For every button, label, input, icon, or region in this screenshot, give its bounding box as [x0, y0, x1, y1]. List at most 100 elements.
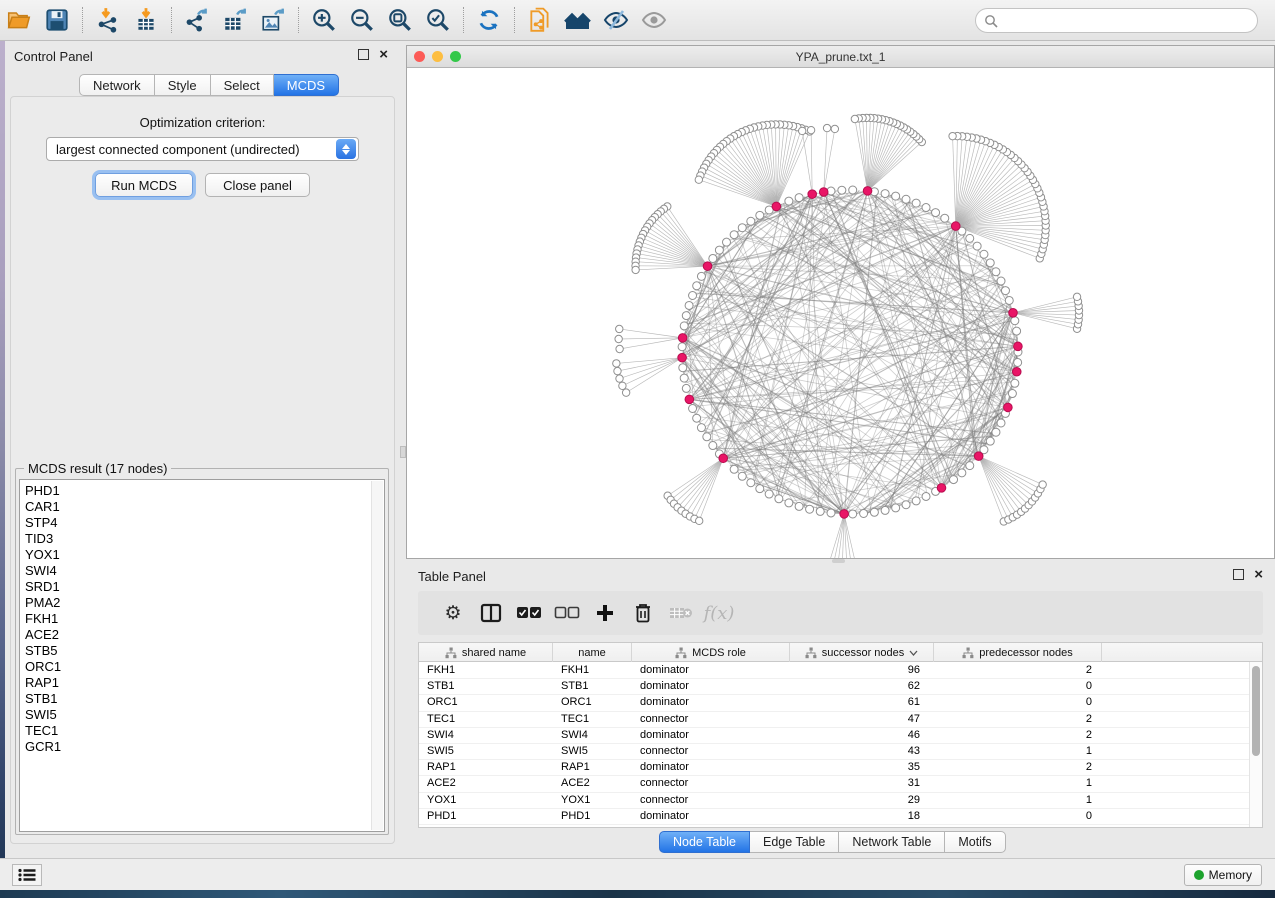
table-panel-title: Table Panel — [418, 569, 486, 584]
tab-network-table[interactable]: Network Table — [839, 831, 945, 853]
export-table-button[interactable] — [216, 3, 254, 37]
table-row[interactable]: ACE2ACE2connector311 — [419, 775, 1262, 791]
table-cell-filler — [1102, 662, 1262, 679]
table-cell: 1 — [934, 775, 1102, 792]
criterion-dropdown[interactable]: largest connected component (undirected) — [46, 137, 359, 161]
network-canvas[interactable] — [407, 68, 1274, 558]
table-row[interactable]: ORC1ORC1dominator610 — [419, 694, 1262, 710]
float-panel-icon[interactable] — [358, 49, 369, 60]
refresh-layout-button[interactable] — [470, 3, 508, 37]
table-cell: 2 — [934, 727, 1102, 744]
close-panel-icon[interactable]: × — [1254, 569, 1263, 580]
deselect-all-button[interactable] — [548, 595, 586, 631]
tab-edge-table[interactable]: Edge Table — [750, 831, 839, 853]
mcds-result-item[interactable]: SWI5 — [20, 707, 384, 723]
mcds-result-item[interactable]: STB1 — [20, 691, 384, 707]
delete-column-button[interactable] — [624, 595, 662, 631]
table-cell: dominator — [632, 759, 790, 776]
import-network-button[interactable] — [89, 3, 127, 37]
zoom-selected-button[interactable] — [419, 3, 457, 37]
tab-style[interactable]: Style — [155, 74, 211, 96]
mcds-result-list[interactable]: PHD1CAR1STP4TID3YOX1SWI4SRD1PMA2FKH1ACE2… — [19, 479, 385, 832]
table-row[interactable]: TEC1TEC1connector472 — [419, 711, 1262, 727]
zoom-out-button[interactable] — [343, 3, 381, 37]
close-panel-icon[interactable]: × — [379, 49, 388, 60]
mcds-result-item[interactable]: ACE2 — [20, 627, 384, 643]
mcds-result-item[interactable]: GCR1 — [20, 739, 384, 755]
main-toolbar — [0, 0, 1275, 41]
open-file-button[interactable] — [0, 3, 38, 37]
mcds-result-item[interactable]: SWI4 — [20, 563, 384, 579]
zoom-fit-button[interactable] — [381, 3, 419, 37]
network-window-titlebar[interactable]: YPA_prune.txt_1 — [407, 46, 1274, 68]
mcds-result-item[interactable]: PHD1 — [20, 483, 384, 499]
column-header-successor-nodes[interactable]: successor nodes — [790, 643, 934, 662]
table-cell: connector — [632, 792, 790, 809]
table-scrollbar[interactable] — [1249, 662, 1262, 827]
list-scrollbar[interactable] — [371, 481, 383, 830]
mcds-result-item[interactable]: ORC1 — [20, 659, 384, 675]
mcds-result-item[interactable]: PMA2 — [20, 595, 384, 611]
export-network-button[interactable] — [178, 3, 216, 37]
hide-selected-button[interactable] — [597, 3, 635, 37]
select-all-button[interactable] — [510, 595, 548, 631]
node-table-body: FKH1FKH1dominator962STB1STB1dominator620… — [419, 662, 1262, 824]
network-graph — [407, 68, 1274, 558]
run-mcds-button[interactable]: Run MCDS — [95, 173, 193, 197]
table-settings-button[interactable]: ⚙ — [434, 595, 472, 631]
table-cell-filler — [1102, 694, 1262, 711]
mcds-result-item[interactable]: TID3 — [20, 531, 384, 547]
import-table-button[interactable] — [127, 3, 165, 37]
search-input[interactable] — [998, 14, 1257, 28]
attribute-type-icon — [962, 647, 974, 659]
mcds-result-item[interactable]: RAP1 — [20, 675, 384, 691]
tab-motifs[interactable]: Motifs — [945, 831, 1005, 853]
column-header-shared-name[interactable]: shared name — [419, 643, 553, 662]
mcds-result-item[interactable]: STP4 — [20, 515, 384, 531]
table-scrollbar-thumb[interactable] — [1252, 666, 1260, 756]
table-cell: ACE2 — [419, 775, 553, 792]
tab-mcds[interactable]: MCDS — [274, 74, 339, 96]
export-image-button[interactable] — [254, 3, 292, 37]
column-visibility-button[interactable] — [472, 595, 510, 631]
table-cell: 2 — [934, 711, 1102, 728]
column-header-predecessor-nodes[interactable]: predecessor nodes — [934, 643, 1102, 662]
column-header-name[interactable]: name — [553, 643, 632, 662]
close-panel-button[interactable]: Close panel — [205, 173, 310, 197]
search-icon — [984, 14, 998, 28]
mcds-result-item[interactable]: SRD1 — [20, 579, 384, 595]
mcds-result-title: MCDS result (17 nodes) — [24, 461, 171, 476]
mcds-result-item[interactable]: YOX1 — [20, 547, 384, 563]
add-column-button[interactable] — [586, 595, 624, 631]
task-history-button[interactable] — [12, 864, 42, 886]
table-row[interactable]: PHD1PHD1dominator180 — [419, 808, 1262, 824]
show-all-networks-button[interactable] — [559, 3, 597, 37]
column-header-MCDS-role[interactable]: MCDS role — [632, 643, 790, 662]
table-row[interactable]: YOX1YOX1connector291 — [419, 792, 1262, 808]
table-row[interactable]: RAP1RAP1dominator352 — [419, 759, 1262, 775]
memory-button[interactable]: Memory — [1184, 864, 1262, 886]
search-box[interactable] — [975, 8, 1258, 33]
criterion-value: largest connected component (undirected) — [47, 142, 336, 157]
network-from-selection-button[interactable] — [521, 3, 559, 37]
table-cell: 0 — [934, 808, 1102, 825]
column-header-filler[interactable] — [1102, 643, 1262, 662]
float-panel-icon[interactable] — [1233, 569, 1244, 580]
table-row[interactable]: SWI5SWI5connector431 — [419, 743, 1262, 759]
save-session-button[interactable] — [38, 3, 76, 37]
tab-network[interactable]: Network — [79, 74, 155, 96]
tab-select[interactable]: Select — [211, 74, 274, 96]
table-row[interactable]: STB1STB1dominator620 — [419, 678, 1262, 694]
table-row[interactable]: SWI4SWI4dominator462 — [419, 727, 1262, 743]
table-row[interactable]: FKH1FKH1dominator962 — [419, 662, 1262, 678]
zoom-in-button[interactable] — [305, 3, 343, 37]
table-cell: 1 — [934, 792, 1102, 809]
delete-table-icon — [669, 605, 693, 621]
mcds-result-item[interactable]: FKH1 — [20, 611, 384, 627]
mcds-result-item[interactable]: CAR1 — [20, 499, 384, 515]
mcds-result-item[interactable]: TEC1 — [20, 723, 384, 739]
tab-node-table[interactable]: Node Table — [659, 831, 750, 853]
delete-table-button-disabled — [662, 595, 700, 631]
mcds-result-item[interactable]: STB5 — [20, 643, 384, 659]
show-hidden-button[interactable] — [635, 3, 673, 37]
